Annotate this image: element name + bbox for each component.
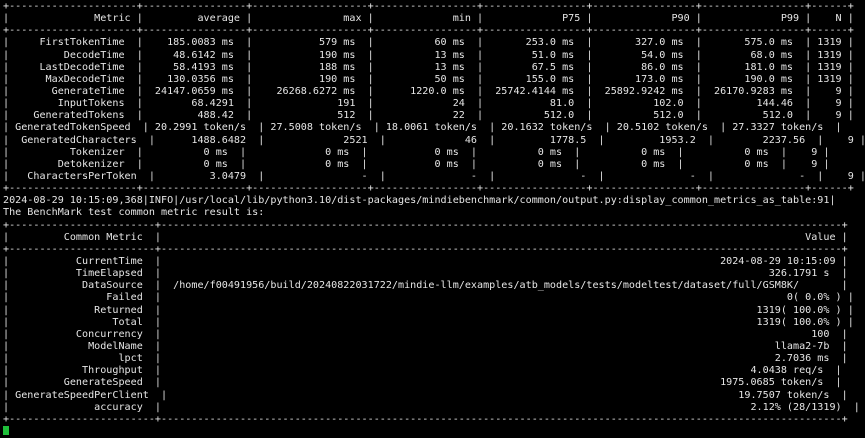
metrics-row-decode-time: | DecodeTime | 48.6142 ms | 190 ms | 13 … [3, 49, 854, 61]
common-row-accuracy: | accuracy | 2.12% (28/1319) | [3, 401, 860, 413]
metrics-table-header: | Metric | average | max | min | P75 | P… [3, 13, 854, 25]
metrics-row-characters-per-token: | CharactersPerToken | 3.0479 | - | - | … [3, 170, 865, 182]
common-row-data-source: | DataSource | /home/f00491956/build/202… [3, 280, 848, 292]
metrics-row-tokenizer: | Tokenizer | 0 ms | 0 ms | 0 ms | 0 ms … [3, 146, 830, 158]
metrics-table-border-sep: +---------------------+-----------------… [3, 25, 854, 37]
common-row-throughput: | Throughput | 4.0438 req/s | [3, 365, 842, 377]
metrics-row-max-decode-time: | MaxDecodeTime | 130.0356 ms | 190 ms |… [3, 73, 854, 85]
common-row-failed: | Failed | 0( 0.0% ) | [3, 292, 854, 304]
metrics-row-generate-time: | GenerateTime | 24147.0659 ms | 26268.6… [3, 85, 854, 97]
metrics-row-generated-token-speed: | GeneratedTokenSpeed | 20.2991 token/s … [3, 122, 865, 134]
common-row-returned: | Returned | 1319( 100.0% ) | [3, 304, 854, 316]
common-row-model-name: | ModelName | llama2-7b | [3, 340, 848, 352]
prompt-line[interactable] [3, 426, 865, 438]
common-table-body: | CurrentTime | 2024-08-29 10:15:09 | | … [3, 256, 865, 414]
common-table-border-top: +------------------------+--------------… [3, 219, 848, 231]
terminal-cursor [3, 426, 9, 436]
metrics-table-border-bottom: +---------------------+-----------------… [3, 183, 854, 195]
common-table-border-sep: +------------------------+--------------… [3, 243, 848, 255]
metrics-row-input-tokens: | InputTokens | 68.4291 | 191 | 24 | 81.… [3, 98, 854, 110]
metrics-table-body: | FirstTokenTime | 185.0083 ms | 579 ms … [3, 37, 865, 183]
common-row-generate-speed: | GenerateSpeed | 1975.0685 token/s | [3, 377, 842, 389]
log-line: 2024-08-29 10:15:09,368|INFO|/usr/local/… [3, 195, 836, 207]
common-table-border-bottom: +------------------------+--------------… [3, 413, 848, 425]
metrics-row-generated-characters: | GeneratedCharacters | 1488.6482 | 2521… [3, 134, 865, 146]
metrics-row-first-token-time: | FirstTokenTime | 185.0083 ms | 579 ms … [3, 37, 854, 49]
common-row-generate-speed-per-client: | GenerateSpeedPerClient | 19.7507 token… [3, 389, 848, 401]
common-row-total: | Total | 1319( 100.0% ) | [3, 316, 854, 328]
metrics-row-detokenizer: | Detokenizer | 0 ms | 0 ms | 0 ms | 0 m… [3, 158, 830, 170]
metrics-row-generated-tokens: | GeneratedTokens | 488.42 | 512 | 22 | … [3, 110, 854, 122]
common-row-time-elapsed: | TimeElapsed | 326.1791 s | [3, 268, 848, 280]
common-row-concurrency: | Concurrency | 100 | [3, 328, 848, 340]
common-table-header: | Common Metric | Value | [3, 231, 848, 243]
metrics-table-border-top: +---------------------+-----------------… [3, 1, 854, 12]
metrics-row-last-decode-time: | LastDecodeTime | 58.4193 ms | 188 ms |… [3, 61, 854, 73]
result-intro: The BenchMark test common metric result … [3, 207, 265, 219]
terminal-window[interactable]: +---------------------+-----------------… [0, 0, 865, 436]
common-row-lpct: | lpct | 2.7036 ms | [3, 353, 848, 365]
common-row-current-time: | CurrentTime | 2024-08-29 10:15:09 | [3, 255, 848, 267]
